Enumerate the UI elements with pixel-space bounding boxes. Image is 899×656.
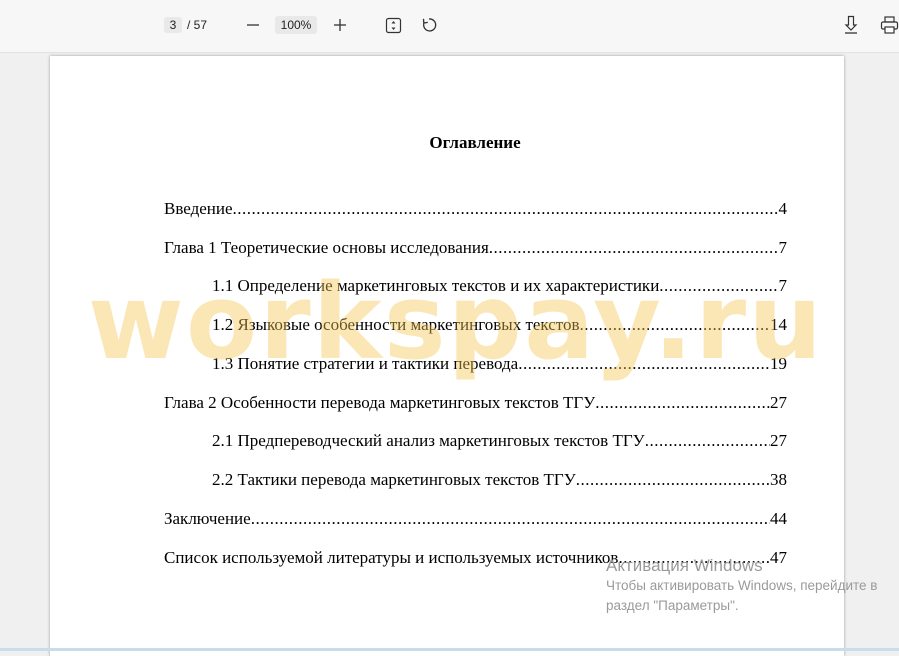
rotate-icon: [422, 18, 437, 32]
toc-entry-label: Список используемой литературы и использ…: [164, 548, 619, 567]
download-icon: [844, 15, 858, 34]
toc-leader-dots: ........................................…: [488, 238, 779, 257]
toc-leader-dots: ........................................…: [518, 354, 770, 373]
toc-entry[interactable]: 2.2 Тактики перевода маркетинговых текст…: [212, 469, 787, 491]
toc-entry-page: 38: [770, 470, 787, 489]
toc-leader-dots: ........................................…: [579, 315, 770, 334]
toc-title: Оглавление: [429, 133, 521, 152]
activation-text-line2: раздел "Параметры".: [606, 598, 739, 613]
toc-leader-dots: ........................................…: [232, 199, 779, 218]
toc-entry-label: 1.2 Языковые особенности маркетинговых т…: [212, 315, 580, 334]
toc-entry[interactable]: 2.1 Предпереводческий анализ маркетингов…: [212, 430, 787, 452]
zoom-in-icon: [334, 19, 346, 31]
pdf-toolbar: 3 / 57 100%: [0, 0, 899, 53]
toc-entry-page: 19: [770, 354, 787, 373]
toc-entry-label: 2.1 Предпереводческий анализ маркетингов…: [212, 431, 645, 450]
toc-leader-dots: ........................................…: [250, 509, 770, 528]
toc-entry-page: 44: [770, 509, 787, 528]
fit-page-icon: [385, 17, 401, 33]
page-total-label: / 57: [187, 18, 208, 32]
windows-activation-notice: Активация Windows Чтобы активировать Win…: [606, 556, 877, 616]
zoom-out-button[interactable]: [245, 17, 261, 33]
rotate-button[interactable]: [420, 16, 438, 34]
toc-entry-page: 14: [770, 315, 787, 334]
zoom-level[interactable]: 100%: [275, 16, 317, 34]
activation-title: Активация Windows: [606, 556, 763, 575]
toc-entry-label: Глава 2 Особенности перевода маркетингов…: [164, 393, 596, 412]
print-icon: [880, 16, 899, 34]
toc-entry[interactable]: Введение ...............................…: [164, 198, 787, 220]
toc-leader-dots: ........................................…: [659, 276, 779, 295]
download-button[interactable]: [843, 15, 859, 35]
toc-entry-label: 1.3 Понятие стратегии и тактики перевода: [212, 354, 519, 373]
print-button[interactable]: [880, 15, 899, 35]
toc-entry-page: 7: [778, 276, 788, 295]
zoom-in-button[interactable]: [332, 17, 348, 33]
toc-entry-page: 27: [770, 431, 787, 450]
page-number-input[interactable]: 3: [164, 17, 182, 33]
toc-entry-label: Глава 1 Теоретические основы исследовани…: [164, 238, 489, 257]
fit-page-button[interactable]: [384, 16, 402, 34]
toc-entry-label: 1.1 Определение маркетинговых текстов и …: [212, 276, 660, 295]
toc-entry-label: Заключение: [164, 509, 251, 528]
toc-entry-label: 2.2 Тактики перевода маркетинговых текст…: [212, 470, 576, 489]
toc-entry[interactable]: Глава 1 Теоретические основы исследовани…: [164, 237, 787, 259]
toc-entry-page: 4: [778, 199, 788, 218]
toc-leader-dots: ........................................…: [575, 470, 770, 489]
toc-entry[interactable]: 1.2 Языковые особенности маркетинговых т…: [212, 314, 787, 336]
toc-entry[interactable]: Заключение .............................…: [164, 508, 787, 530]
zoom-out-icon: [247, 24, 259, 26]
toc-leader-dots: ........................................…: [644, 431, 770, 450]
toc-entry-page: 7: [778, 238, 788, 257]
toc-leader-dots: ........................................…: [595, 393, 770, 412]
toc-entry[interactable]: 1.3 Понятие стратегии и тактики перевода…: [212, 353, 787, 375]
toc-entry-label: Введение: [164, 199, 233, 218]
toc-entry[interactable]: 1.1 Определение маркетинговых текстов и …: [212, 275, 787, 297]
toc-entry[interactable]: Глава 2 Особенности перевода маркетингов…: [164, 392, 787, 414]
activation-text-line1: Чтобы активировать Windows, перейдите в: [606, 578, 878, 593]
toc-entry-page: 27: [770, 393, 787, 412]
